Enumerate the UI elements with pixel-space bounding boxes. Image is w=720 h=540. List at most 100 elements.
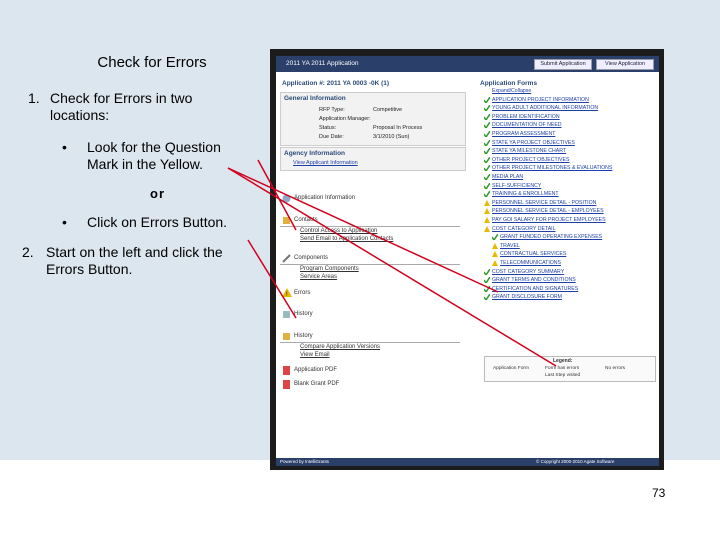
form-item[interactable]: COST CATEGORY DETAIL (484, 225, 556, 232)
form-item-label: Expand/Collapse (492, 88, 532, 94)
bullet-1-marker: • (62, 139, 67, 155)
check-icon (484, 277, 490, 284)
form-item[interactable]: TRAVEL (492, 242, 520, 249)
check-icon (484, 148, 490, 155)
forms-title: Application Forms (480, 80, 538, 87)
bullet-2-marker: • (62, 214, 67, 230)
agency-info-heading: Agency Information (284, 150, 346, 157)
form-item[interactable]: PROBLEM IDENTIFICATION (484, 113, 560, 120)
form-item-label: TRAVEL (500, 242, 520, 249)
legend-application-form: Application Form (493, 366, 529, 371)
legend-last-step: Last Step visited (545, 373, 581, 378)
check-icon (484, 105, 490, 112)
service-areas-link[interactable]: Service Areas (300, 274, 337, 280)
form-item[interactable]: TRAINING & ENROLLMENT (484, 191, 559, 198)
legend-box: Legend: Application Form Form has errors… (484, 356, 656, 382)
or-separator: or (150, 186, 165, 201)
send-email-link[interactable]: Send Email to Application Contacts (300, 236, 393, 242)
form-item-label: GRANT DISCLOSURE FORM (492, 294, 562, 301)
form-item-label: STATE YA MILESTONE CHART (492, 148, 567, 155)
control-access-link[interactable]: Control Access to Application (300, 228, 377, 234)
form-item-label: MEDIA PLAN (492, 174, 524, 180)
contacts-icon (283, 217, 290, 224)
bullet-1: Look for the Question Mark in the Yellow… (87, 139, 221, 172)
form-item[interactable]: STATE YA MILESTONE CHART (484, 148, 567, 155)
rfp-type-label: RFP Type: (319, 107, 345, 113)
form-item[interactable]: DOCUMENTATION OF NEED (484, 122, 562, 129)
check-icon (484, 113, 490, 120)
check-icon (492, 234, 498, 241)
section-label[interactable]: Contacts (294, 217, 318, 223)
footer-powered: Powered by IntelliGrants (280, 459, 330, 464)
list-number-1: 1. (28, 90, 40, 106)
form-item-label: GRANT TERMS AND CONDITIONS (492, 277, 576, 284)
form-item-label: CERTIFICATION AND SIGNATURES (492, 285, 579, 292)
compare-versions-link[interactable]: Compare Application Versions (300, 344, 380, 350)
warning-icon (484, 199, 490, 206)
check-icon (484, 165, 490, 172)
check-icon (484, 131, 490, 137)
status-label: Status: (319, 125, 337, 131)
errors-button[interactable]: Errors (294, 290, 310, 296)
form-item-label: COST CATEGORY SUMMARY (492, 268, 565, 275)
form-item[interactable]: GRANT FUNDED OPERATING EXPENSES (492, 234, 603, 241)
check-icon (484, 268, 490, 275)
check-icon (484, 191, 490, 198)
app-header-bar: 2011 YA 2011 Application Submit Applicat… (276, 56, 659, 72)
form-item[interactable]: MEDIA PLAN (484, 174, 524, 180)
warning-icon (492, 260, 498, 266)
application-number: Application #: 2011 YA 0003 -0K (1) (282, 80, 390, 87)
footer-copyright: © Copyright 2000-2010 Agate Software (536, 459, 615, 464)
form-item[interactable]: OTHER PROJECT MILESTONES & EVALUATIONS (484, 165, 613, 172)
form-item[interactable]: PROGRAM ASSESSMENT (484, 131, 555, 137)
form-item[interactable]: APPLICATION PROJECT INFORMATION (484, 96, 589, 103)
form-item[interactable]: PERSONNEL SERVICE DETAIL - POSITION (484, 199, 597, 206)
form-item[interactable]: COST CATEGORY SUMMARY (484, 268, 565, 275)
check-icon (484, 96, 490, 103)
form-item[interactable]: TELECOMMUNICATIONS (492, 260, 561, 266)
form-item[interactable]: CONTRACTUAL SERVICES (492, 251, 566, 258)
legend-no-errors: No errors (605, 366, 625, 371)
view-applicant-link[interactable]: View Applicant Information (293, 160, 358, 166)
warning-icon (484, 225, 490, 232)
form-item[interactable]: CERTIFICATION AND SIGNATURES (484, 285, 579, 292)
form-item[interactable]: GRANT DISCLOSURE FORM (484, 294, 562, 301)
check-icon (484, 156, 490, 163)
warning-icon (492, 242, 498, 249)
form-item[interactable]: GRANT TERMS AND CONDITIONS (484, 277, 576, 284)
submit-application-button[interactable]: Submit Application (534, 59, 592, 70)
form-item[interactable]: SELF-SUFFICIENCY (484, 182, 542, 189)
pdf-icon (283, 366, 290, 375)
application-screenshot: 2011 YA 2011 Application Submit Applicat… (276, 56, 659, 466)
form-item[interactable]: Expand/Collapse (492, 88, 531, 94)
form-item[interactable]: OTHER PROJECT OBJECTIVES (484, 156, 569, 163)
form-item[interactable]: PAY GOI SALARY FOR PROJECT EMPLOYEES (484, 217, 606, 223)
left-column: Application #: 2011 YA 0003 -0K (1) Gene… (280, 74, 466, 459)
section-label[interactable]: Components (294, 255, 328, 261)
form-item[interactable]: YOUNG ADULT ADDITIONAL INFORMATION (484, 105, 598, 112)
form-item-label: SELF-SUFFICIENCY (492, 182, 542, 189)
program-components-link[interactable]: Program Components (300, 266, 359, 272)
check-icon (484, 122, 490, 129)
check-icon (484, 182, 490, 189)
view-email-link[interactable]: View Email (300, 352, 330, 358)
check-icon (484, 174, 490, 180)
form-item-label: OTHER PROJECT MILESTONES & EVALUATIONS (492, 165, 613, 172)
rfp-type-value: Competitive (373, 107, 403, 113)
form-item-label: PERSONNEL SERVICE DETAIL - EMPLOYEES (492, 208, 604, 215)
wrench-icon (282, 254, 291, 263)
form-item[interactable]: STATE YA PROJECT OBJECTIVES (484, 139, 575, 146)
book-icon (283, 311, 290, 318)
form-item-label: GRANT FUNDED OPERATING EXPENSES (500, 234, 603, 241)
pdf-icon (283, 380, 290, 389)
view-application-button[interactable]: View Application (596, 59, 654, 70)
form-item[interactable]: PERSONNEL SERVICE DETAIL - EMPLOYEES (484, 208, 604, 215)
section-label: Application PDF (294, 367, 338, 373)
warning-icon (484, 208, 490, 215)
general-info-heading: General Information (284, 95, 346, 102)
check-icon (484, 139, 490, 146)
legend-title: Legend: (553, 358, 573, 364)
due-date-value: 3/1/2010 (Sun) (373, 134, 410, 140)
form-item-label: PERSONNEL SERVICE DETAIL - POSITION (492, 199, 597, 206)
section-label[interactable]: History (294, 333, 313, 339)
